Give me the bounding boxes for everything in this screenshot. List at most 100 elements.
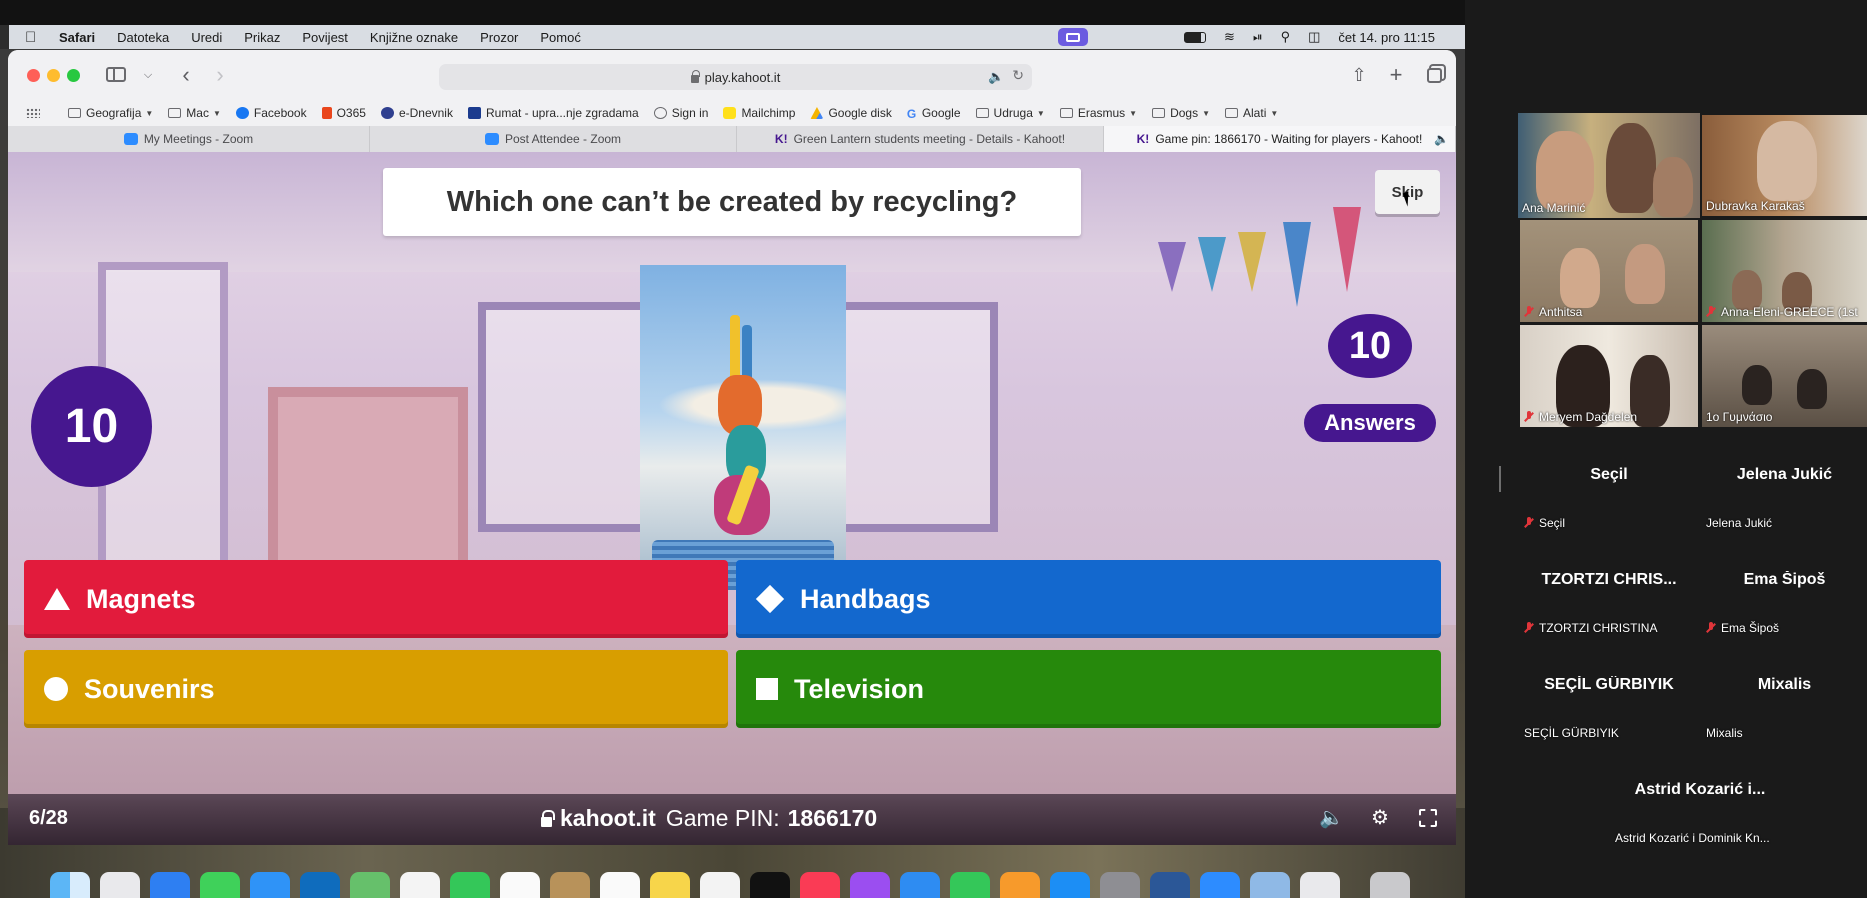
menu-povijest[interactable]: Povijest: [302, 30, 348, 45]
finder-icon[interactable]: [50, 872, 90, 898]
menu-pomoc[interactable]: Pomoć: [540, 30, 580, 45]
participant-tile[interactable]: Jelena Jukić Jelena Jukić: [1702, 430, 1867, 533]
new-tab-icon[interactable]: +: [1384, 64, 1408, 86]
bookmark-link[interactable]: Rumat - upra...nje zgradama: [467, 106, 639, 120]
outlook-icon[interactable]: [300, 872, 340, 898]
control-center-icon[interactable]: ◫: [1308, 29, 1320, 45]
audio-playing-icon[interactable]: 🔈: [988, 69, 1004, 84]
facetime-icon[interactable]: [450, 872, 490, 898]
wifi-icon[interactable]: ≋: [1224, 29, 1235, 45]
preview-icon[interactable]: [1250, 872, 1290, 898]
bookmark-folder[interactable]: Erasmus ▼: [1059, 106, 1137, 120]
volume-icon[interactable]: 🔈: [1319, 806, 1344, 830]
settings-gear-icon[interactable]: ⚙: [1368, 806, 1392, 830]
system-settings-icon[interactable]: [1100, 872, 1140, 898]
gallery-resize-handle[interactable]: [1499, 466, 1501, 492]
participant-tile[interactable]: Seçil Seçil: [1520, 430, 1698, 533]
speaker-icon[interactable]: 🔈: [1434, 132, 1449, 146]
freeform-icon[interactable]: [700, 872, 740, 898]
bookmark-link[interactable]: Google disk: [810, 106, 892, 120]
word-icon[interactable]: [1150, 872, 1190, 898]
podcasts-icon[interactable]: [850, 872, 890, 898]
pennant-flag: [1158, 242, 1186, 292]
bookmark-folder[interactable]: Mac ▼: [168, 106, 221, 120]
participant-tile[interactable]: 1o Γυμνάσιο: [1702, 325, 1867, 427]
notes-icon[interactable]: [650, 872, 690, 898]
participant-tile[interactable]: Ana Marinić: [1518, 113, 1700, 218]
bookmark-folder[interactable]: Geografija ▼: [68, 106, 153, 120]
forward-arrow-icon[interactable]: ›: [208, 64, 232, 86]
photos-icon[interactable]: [400, 872, 440, 898]
back-arrow-icon[interactable]: ‹: [174, 64, 198, 86]
menu-knjizne-oznake[interactable]: Knjižne oznake: [370, 30, 458, 45]
participant-tile[interactable]: Ema Šipoš Ema Šipoš: [1702, 535, 1867, 638]
app-store-icon[interactable]: [1050, 872, 1090, 898]
maps-icon[interactable]: [350, 872, 390, 898]
participant-tile[interactable]: Mixalis Mixalis: [1702, 640, 1867, 743]
messages-icon[interactable]: [200, 872, 240, 898]
tab-my-meetings[interactable]: My Meetings - Zoom: [8, 126, 370, 152]
participant-tile[interactable]: SEÇİL GÜRBIYIK SEÇİL GÜRBIYIK: [1520, 640, 1698, 743]
participant-tile[interactable]: Dubravka Karakaš: [1702, 115, 1867, 216]
pages-icon[interactable]: [1000, 872, 1040, 898]
tv-icon[interactable]: [750, 872, 790, 898]
reload-icon[interactable]: ↻: [1012, 67, 1024, 84]
bookmark-link[interactable]: Sign in: [653, 106, 708, 120]
show-all-bookmarks-icon[interactable]: [26, 108, 40, 118]
tab-overview-icon[interactable]: [1422, 64, 1446, 86]
tab-kahoot-game[interactable]: K! Game pin: 1866170 - Waiting for playe…: [1104, 126, 1456, 152]
numbers-icon[interactable]: [950, 872, 990, 898]
battery-icon[interactable]: [1184, 31, 1207, 43]
spotlight-search-icon[interactable]: ⚲: [1281, 29, 1291, 45]
answer-option-circle[interactable]: Souvenirs: [24, 650, 728, 728]
tab-kahoot-details[interactable]: K! Green Lantern students meeting - Deta…: [737, 126, 1104, 152]
address-bar[interactable]: play.kahoot.it 🔈 ↻: [439, 64, 1032, 90]
launchpad-icon[interactable]: [100, 872, 140, 898]
zoom-window-button[interactable]: [67, 69, 80, 82]
answer-option-diamond[interactable]: Handbags: [736, 560, 1441, 638]
screen-share-icon[interactable]: [1058, 28, 1089, 46]
menu-uredi[interactable]: Uredi: [191, 30, 222, 45]
participant-tile[interactable]: Meryem Dağdelen: [1520, 325, 1698, 427]
keynote-icon[interactable]: [900, 872, 940, 898]
menu-datoteka[interactable]: Datoteka: [117, 30, 169, 45]
play-icon[interactable]: ⏯: [1253, 30, 1263, 45]
files-icon[interactable]: [1300, 872, 1340, 898]
chevron-down-icon[interactable]: ⌵: [136, 64, 160, 86]
sidebar-toggle-icon[interactable]: [104, 64, 128, 86]
bookmark-link[interactable]: Mailchimp: [723, 106, 795, 120]
participant-tile[interactable]: Anna-Eleni-GREECE (1st: [1702, 220, 1867, 322]
participant-tile[interactable]: Astrid Kozarić i... Astrid Kozarić i Dom…: [1611, 745, 1789, 848]
answer-option-square[interactable]: Television: [736, 650, 1441, 728]
ednevnik-icon: [380, 107, 394, 119]
minimize-window-button[interactable]: [47, 69, 60, 82]
bookmark-link[interactable]: O365: [321, 106, 366, 120]
participant-tile[interactable]: TZORTZI CHRIS... TZORTZI CHRISTINA: [1520, 535, 1698, 638]
reminders-icon[interactable]: [600, 872, 640, 898]
answer-option-triangle[interactable]: Magnets: [24, 560, 728, 638]
bookmark-link[interactable]: G Google: [907, 106, 961, 121]
bookmark-folder[interactable]: Alati ▼: [1225, 106, 1278, 120]
participant-tile[interactable]: Anthitsa: [1520, 220, 1698, 322]
tab-post-attendee[interactable]: Post Attendee - Zoom: [370, 126, 737, 152]
menu-prozor[interactable]: Prozor: [480, 30, 518, 45]
contacts-icon[interactable]: [550, 872, 590, 898]
calendar-icon[interactable]: [500, 872, 540, 898]
share-icon[interactable]: ⇧: [1347, 64, 1371, 86]
bookmark-folder[interactable]: Udruga ▼: [975, 106, 1045, 120]
menu-prikaz[interactable]: Prikaz: [244, 30, 280, 45]
safari-icon[interactable]: [150, 872, 190, 898]
close-window-button[interactable]: [27, 69, 40, 82]
music-icon[interactable]: [800, 872, 840, 898]
bookmark-link[interactable]: e-Dnevnik: [380, 106, 453, 120]
zoom-icon[interactable]: [1200, 872, 1240, 898]
fullscreen-icon[interactable]: [1416, 806, 1440, 830]
apple-menu-icon[interactable]: : [25, 29, 47, 46]
bookmark-label: Mailchimp: [741, 106, 796, 120]
menu-safari[interactable]: Safari: [59, 30, 95, 45]
mail-icon[interactable]: [250, 872, 290, 898]
bookmark-folder[interactable]: Dogs ▼: [1152, 106, 1210, 120]
menu-clock[interactable]: čet 14. pro 11:15: [1338, 30, 1435, 45]
trash-icon[interactable]: [1370, 872, 1410, 898]
bookmark-link[interactable]: Facebook: [235, 106, 307, 120]
